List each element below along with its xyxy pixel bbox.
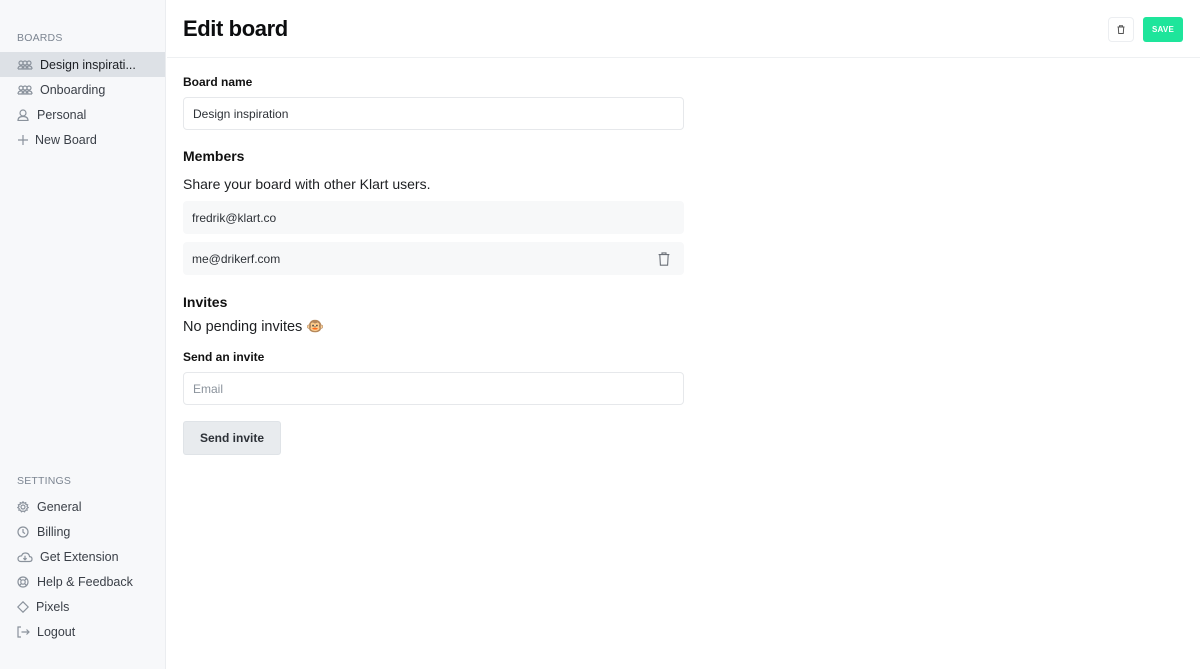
group-icon [16, 83, 34, 97]
sidebar-item-label: Pixels [36, 599, 70, 614]
sidebar-item-label: General [37, 499, 82, 514]
group-icon [16, 58, 34, 72]
send-invite-button[interactable]: Send invite [183, 421, 281, 455]
board-name-input[interactable] [183, 97, 684, 130]
clock-icon [16, 525, 30, 539]
remove-member-button[interactable] [658, 251, 670, 266]
sidebar-item-label: New Board [35, 132, 97, 147]
trash-icon [658, 251, 670, 266]
delete-board-button[interactable] [1108, 17, 1134, 42]
sidebar-item-label: Billing [37, 524, 71, 539]
sidebar-item-pixels[interactable]: Pixels [0, 594, 165, 619]
board-name-label: Board name [183, 75, 253, 89]
sidebar-item-label: Help & Feedback [37, 574, 133, 589]
invites-status: No pending invites 🐵 [183, 319, 325, 335]
members-description: Share your board with other Klart users. [183, 176, 431, 192]
sidebar-item-onboarding[interactable]: Onboarding [0, 77, 165, 102]
plus-icon [16, 133, 30, 147]
member-email: fredrik@klart.co [192, 210, 277, 225]
sidebar-item-label: Get Extension [40, 549, 119, 564]
diamond-icon [16, 600, 30, 614]
sidebar-item-design-inspiration[interactable]: Design inspirati... [0, 52, 165, 77]
lifebuoy-icon [16, 575, 30, 589]
page-header: Edit board SAVE [167, 0, 1200, 58]
page-title: Edit board [183, 16, 288, 41]
sidebar-item-label: Onboarding [40, 82, 106, 97]
members-heading: Members [183, 148, 245, 164]
user-icon [16, 108, 30, 122]
invites-heading: Invites [183, 294, 228, 310]
trash-icon [1117, 25, 1125, 34]
sidebar-item-label: Personal [37, 107, 87, 122]
member-row: me@drikerf.com [183, 242, 684, 275]
sidebar-item-logout[interactable]: Logout [0, 619, 165, 644]
save-button[interactable]: SAVE [1143, 17, 1183, 42]
member-email: me@drikerf.com [192, 251, 281, 266]
sidebar-item-general[interactable]: General [0, 494, 165, 519]
sidebar-item-label: Logout [37, 624, 76, 639]
send-invite-label: Send an invite [183, 350, 265, 364]
sidebar-item-get-extension[interactable]: Get Extension [0, 544, 165, 569]
sidebar-item-help-feedback[interactable]: Help & Feedback [0, 569, 165, 594]
new-board-button[interactable]: New Board [0, 127, 165, 152]
sidebar-item-personal[interactable]: Personal [0, 102, 165, 127]
boards-section-title: BOARDS [17, 32, 63, 44]
invite-email-input[interactable] [183, 372, 684, 405]
logout-icon [16, 625, 30, 639]
settings-section-title: SETTINGS [17, 475, 72, 487]
member-row: fredrik@klart.co [183, 201, 684, 234]
gear-icon [16, 500, 30, 514]
sidebar-item-billing[interactable]: Billing [0, 519, 165, 544]
sidebar: BOARDS Design inspirati... Onboarding Pe… [0, 0, 166, 669]
cloud-download-icon [16, 550, 34, 564]
sidebar-item-label: Design inspirati... [40, 57, 136, 72]
